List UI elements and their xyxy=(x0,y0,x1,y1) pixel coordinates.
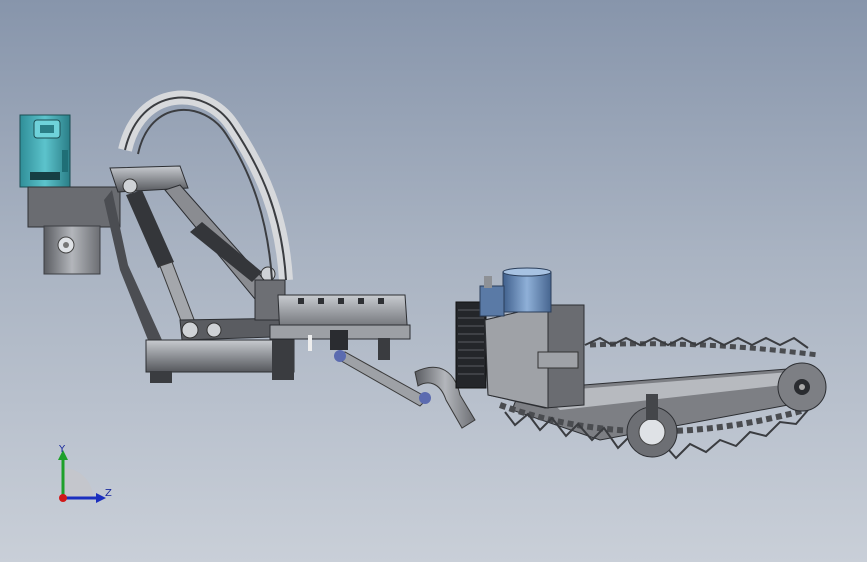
assembly-model[interactable] xyxy=(0,0,867,562)
z-axis-label: Z xyxy=(105,488,112,499)
tail-sprocket[interactable] xyxy=(777,362,827,412)
gearbox-housing[interactable] xyxy=(484,304,585,409)
origin-dot xyxy=(59,494,67,502)
cad-viewport[interactable]: Y Z xyxy=(0,0,867,562)
hydraulic-cylinder-2[interactable] xyxy=(190,222,262,282)
hydraulic-tank[interactable] xyxy=(479,267,552,317)
axis-triad: Y Z xyxy=(58,444,112,503)
control-box[interactable] xyxy=(19,114,71,188)
y-axis-label: Y xyxy=(58,444,66,455)
